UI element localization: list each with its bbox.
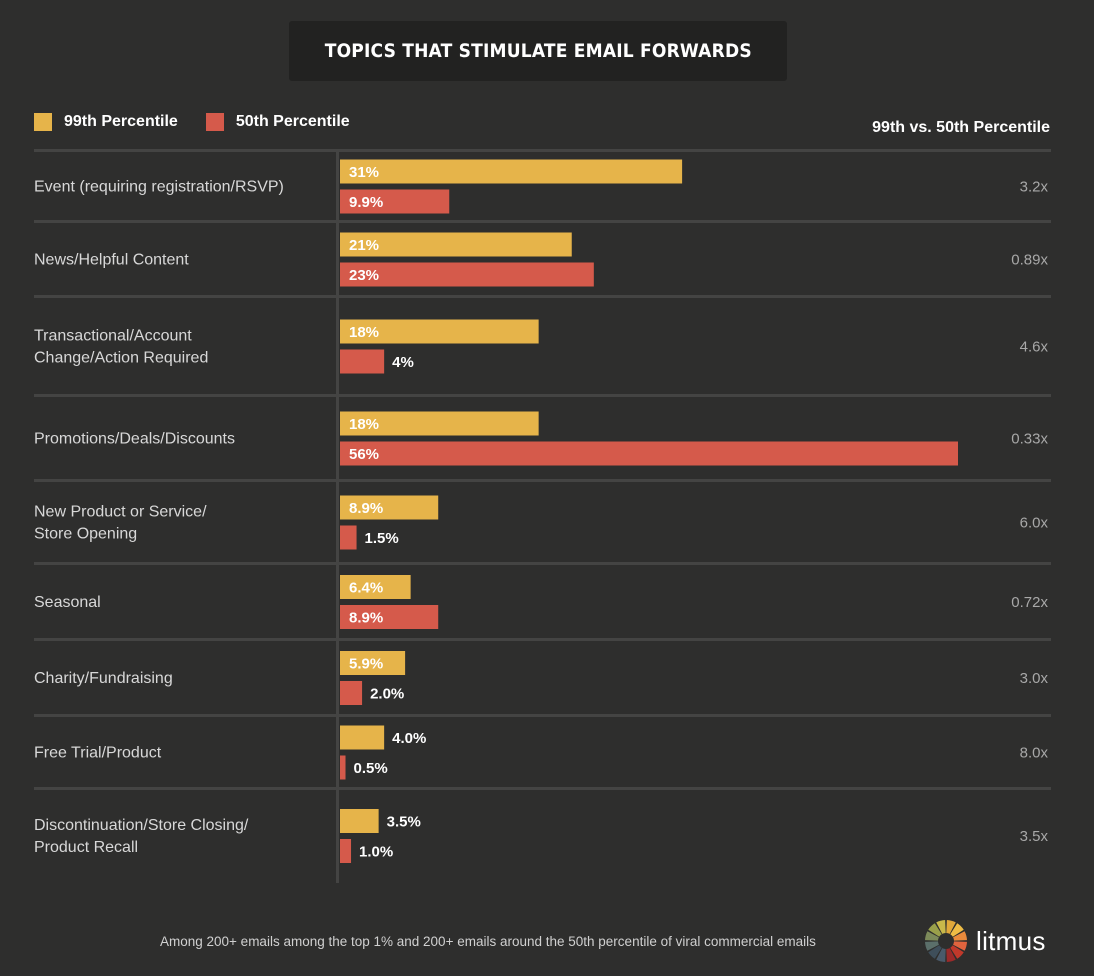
y-axis-line [336,151,339,883]
row-divider [34,714,1051,717]
data-label-50th: 2.0% [370,686,404,703]
category-label: Free Trial/Product [34,745,162,762]
data-label-50th: 9.9% [349,194,383,211]
ratio-value: 6.0x [1020,515,1049,532]
ratio-value: 8.0x [1020,745,1049,762]
category-label: Seasonal [34,594,101,611]
category-label: Product Recall [34,839,138,856]
row-divider [34,787,1051,790]
bar-50th-percentile [340,349,385,374]
category-label: Promotions/Deals/Discounts [34,431,235,448]
bar-99th-percentile [340,725,385,750]
data-label-50th: 56% [349,446,379,463]
bar-50th-percentile [340,839,352,863]
bar-50th-percentile [340,441,958,466]
row-divider [34,220,1051,223]
data-label-99th: 18% [349,324,379,341]
ratio-value: 4.6x [1020,339,1049,356]
category-row: Transactional/Account Change/Action Requi… [34,319,1049,374]
category-row: Seasonal 6.4% 8.9% 0.72x [34,575,1048,629]
category-label: Store Opening [34,526,137,543]
ratio-value: 0.89x [1011,252,1048,269]
category-row: Free Trial/Product 4.0%0.5% 8.0x [34,725,1049,780]
row-divider [34,295,1051,298]
ratio-value: 3.5x [1020,828,1049,845]
ratio-value: 3.2x [1020,179,1049,196]
data-label-99th: 5.9% [349,656,383,673]
category-row: News/Helpful Content 21% 23% 0.89x [34,232,1048,287]
category-row: Charity/Fundraising 5.9% 2.0% 3.0x [34,651,1048,705]
bar-99th-percentile [340,809,379,833]
ratio-value: 0.72x [1011,594,1048,611]
category-row: Event (requiring registration/RSVP) 31% 9.… [34,159,1049,214]
bar-99th-percentile [340,159,683,184]
category-row: Promotions/Deals/Discounts 18% 56% 0.33x [34,411,1048,466]
data-label-99th: 4.0% [392,730,426,747]
row-divider [34,394,1051,397]
ratio-value: 3.0x [1020,670,1049,687]
row-divider [34,638,1051,641]
bar-50th-percentile [340,681,363,705]
bar-50th-percentile [340,525,357,550]
row-divider [34,562,1051,565]
brand-logo: litmus [924,919,1046,963]
data-label-50th: 1.5% [365,530,399,547]
category-label: Change/Action Required [34,350,208,367]
category-label: New Product or Service/ [34,504,207,521]
category-label: Transactional/Account [34,328,192,345]
data-label-50th: 23% [349,267,379,284]
category-row: Discontinuation/Store Closing/Product Re… [34,809,1048,863]
brand-name: litmus [976,925,1046,956]
footer-note: Among 200+ emails among the top 1% and 2… [160,934,816,949]
row-divider [34,149,1051,152]
data-label-50th: 8.9% [349,610,383,627]
data-label-99th: 3.5% [387,814,421,831]
category-row: New Product or Service/Store Opening 8.9%… [34,495,1049,550]
bar-50th-percentile [340,755,346,780]
data-label-50th: 4% [392,354,414,371]
ratio-value: 0.33x [1011,431,1048,448]
data-label-99th: 18% [349,416,379,433]
data-label-50th: 0.5% [354,760,388,777]
category-label: News/Helpful Content [34,252,189,269]
data-label-99th: 21% [349,237,379,254]
data-label-50th: 1.0% [359,844,393,861]
data-label-99th: 8.9% [349,500,383,517]
category-label: Discontinuation/Store Closing/ [34,817,249,834]
category-label: Event (requiring registration/RSVP) [34,179,284,196]
data-label-99th: 31% [349,164,379,181]
category-label: Charity/Fundraising [34,670,173,687]
litmus-color-wheel-icon [925,920,967,962]
data-label-99th: 6.4% [349,580,383,597]
row-divider [34,479,1051,482]
bar-chart: Event (requiring registration/RSVP) 31% 9.… [34,149,1051,883]
